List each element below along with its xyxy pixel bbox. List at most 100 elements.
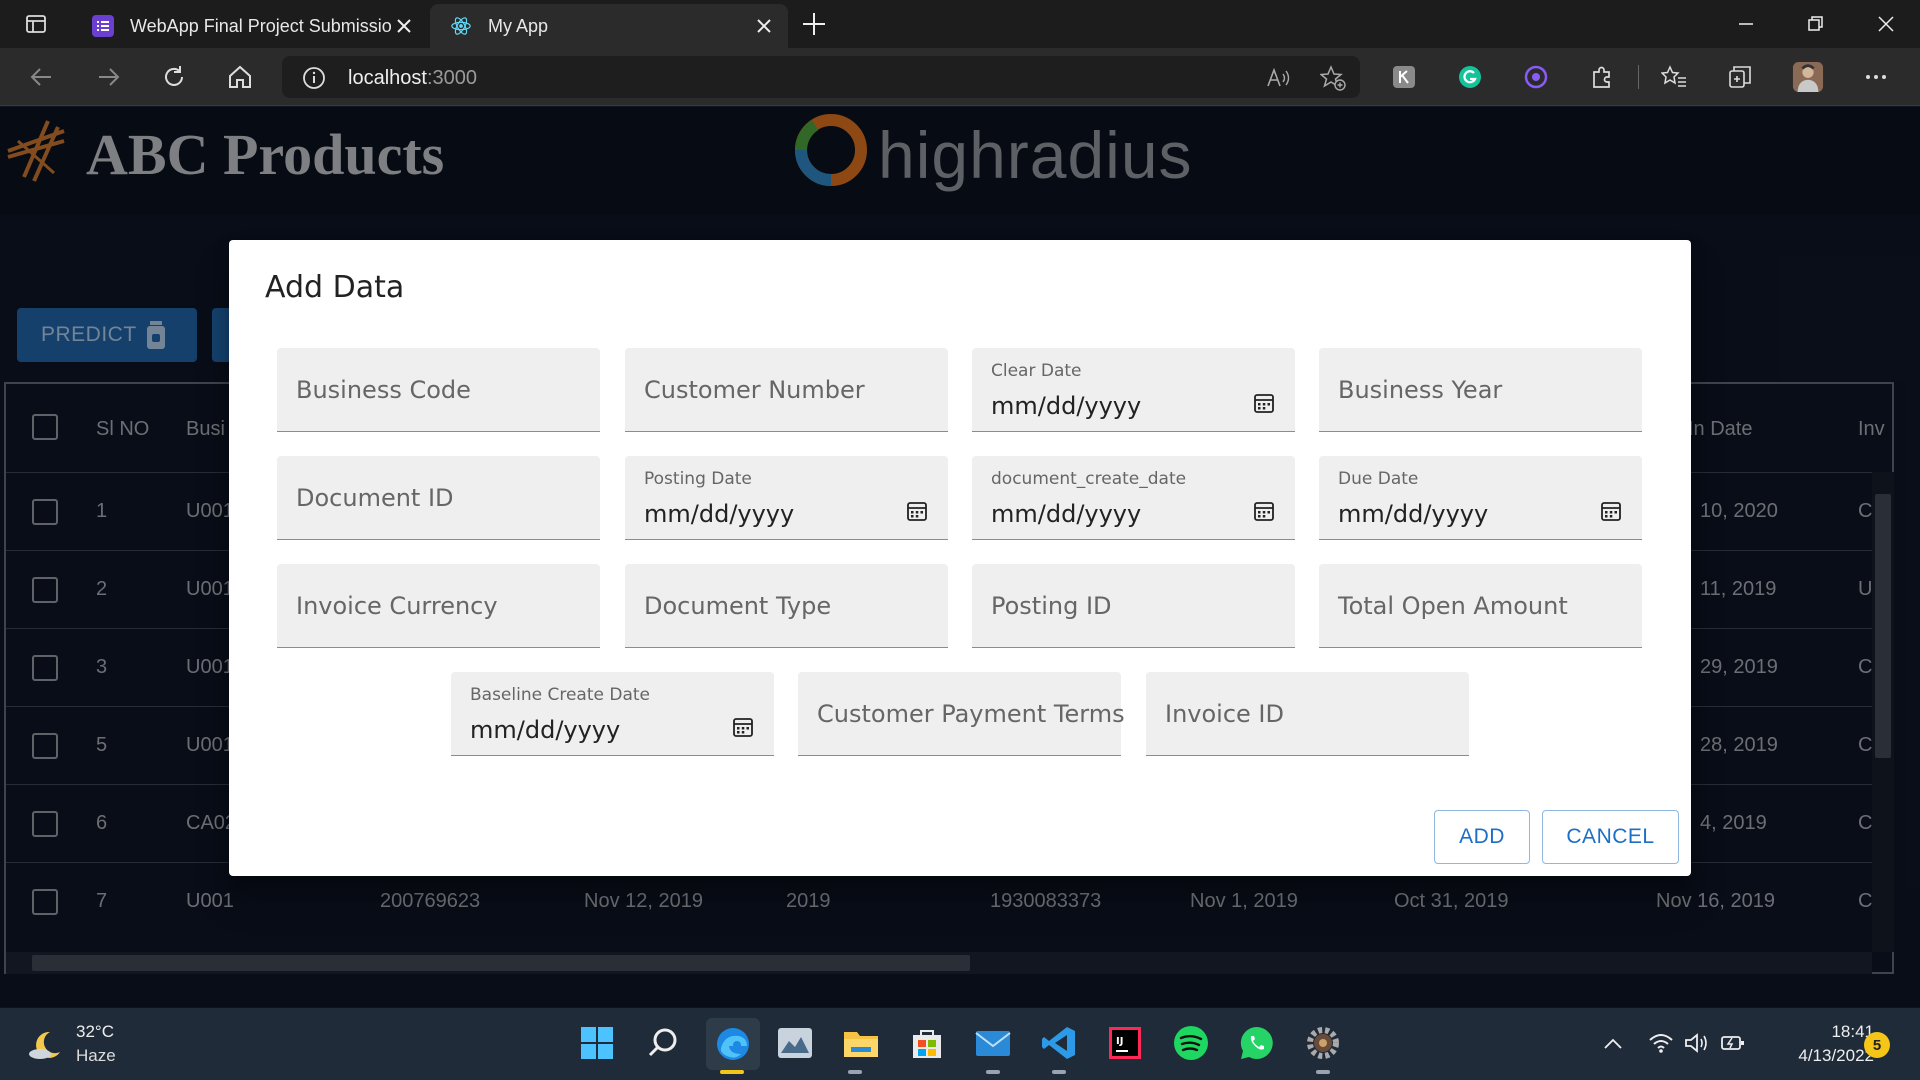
tab-webapp-submission[interactable]: WebApp Final Project Submissio bbox=[72, 4, 428, 48]
calendar-icon[interactable] bbox=[1253, 392, 1275, 414]
baseline-create-date-input[interactable]: Baseline Create Date mm/dd/yyyy bbox=[451, 672, 774, 756]
calendar-icon[interactable] bbox=[1253, 500, 1275, 522]
tab-my-app[interactable]: My App bbox=[430, 4, 788, 48]
taskbar-settings[interactable] bbox=[1302, 1022, 1344, 1064]
back-button[interactable] bbox=[26, 61, 58, 93]
clear-date-label: Clear Date bbox=[991, 361, 1082, 381]
cancel-button[interactable]: CANCEL bbox=[1542, 810, 1679, 864]
clear-date-input[interactable]: Clear Date mm/dd/yyyy bbox=[972, 348, 1295, 432]
taskbar-spotify[interactable] bbox=[1170, 1022, 1212, 1064]
extension-1-button[interactable] bbox=[1388, 61, 1420, 93]
taskbar-store[interactable] bbox=[906, 1022, 948, 1064]
gear-icon bbox=[1307, 1027, 1339, 1059]
add-button[interactable]: ADD bbox=[1434, 810, 1530, 864]
search-button[interactable] bbox=[642, 1022, 684, 1064]
volume-icon[interactable] bbox=[1684, 1032, 1710, 1054]
close-tab-icon[interactable] bbox=[394, 16, 414, 36]
store-icon bbox=[913, 1030, 941, 1058]
taskbar-edge[interactable] bbox=[706, 1018, 760, 1070]
dialog-title: Add Data bbox=[265, 270, 405, 305]
favorites-button[interactable] bbox=[1658, 61, 1690, 93]
home-button[interactable] bbox=[224, 61, 256, 93]
close-window-icon[interactable] bbox=[1876, 14, 1896, 34]
forward-button[interactable] bbox=[92, 61, 124, 93]
read-aloud-icon[interactable] bbox=[1266, 66, 1292, 90]
close-tab-icon[interactable] bbox=[754, 16, 774, 36]
intellij-icon: IJ bbox=[1109, 1027, 1141, 1059]
customer-number-input[interactable]: Customer Number bbox=[625, 348, 948, 432]
business-year-placeholder: Business Year bbox=[1338, 376, 1503, 404]
taskbar-mail[interactable] bbox=[972, 1022, 1014, 1064]
customer-payment-terms-placeholder: Customer Payment Terms bbox=[817, 700, 1125, 728]
url-text: localhost:3000 bbox=[348, 67, 477, 90]
add-favorite-icon[interactable] bbox=[1320, 65, 1346, 91]
clock-date[interactable]: 4/13/2022 bbox=[1764, 1046, 1874, 1066]
info-icon[interactable] bbox=[302, 66, 326, 90]
address-bar[interactable]: localhost:3000 bbox=[282, 56, 1360, 98]
start-button[interactable] bbox=[576, 1022, 618, 1064]
notification-badge[interactable]: 5 bbox=[1864, 1032, 1890, 1058]
extension-3-button[interactable] bbox=[1520, 61, 1552, 93]
more-icon bbox=[1866, 75, 1886, 79]
reload-button[interactable] bbox=[158, 61, 190, 93]
business-code-input[interactable]: Business Code bbox=[277, 348, 600, 432]
due-date-value: mm/dd/yyyy bbox=[1338, 500, 1489, 528]
calendar-icon[interactable] bbox=[732, 716, 754, 738]
grammarly-icon bbox=[1459, 66, 1481, 88]
posting-id-input[interactable]: Posting ID bbox=[972, 564, 1295, 648]
taskbar-whatsapp[interactable] bbox=[1236, 1022, 1278, 1064]
taskbar-vscode[interactable] bbox=[1038, 1022, 1080, 1064]
extensions-button[interactable] bbox=[1586, 61, 1618, 93]
calendar-icon[interactable] bbox=[906, 500, 928, 522]
grammarly-button[interactable] bbox=[1454, 61, 1486, 93]
business-code-placeholder: Business Code bbox=[296, 376, 471, 404]
calendar-icon[interactable] bbox=[1600, 500, 1622, 522]
forms-icon bbox=[92, 15, 114, 37]
tab-actions-icon[interactable] bbox=[20, 8, 52, 40]
customer-payment-terms-input[interactable]: Customer Payment Terms bbox=[798, 672, 1125, 756]
browser-toolbar: localhost:3000 bbox=[0, 48, 1920, 106]
invoice-currency-input[interactable]: Invoice Currency bbox=[277, 564, 600, 648]
invoice-id-placeholder: Invoice ID bbox=[1165, 700, 1284, 728]
profile-button[interactable] bbox=[1792, 61, 1824, 93]
new-tab-icon[interactable] bbox=[800, 10, 828, 38]
puzzle-icon bbox=[1593, 66, 1610, 88]
restore-icon[interactable] bbox=[1806, 14, 1826, 34]
document-type-placeholder: Document Type bbox=[644, 592, 832, 620]
baseline-create-date-label: Baseline Create Date bbox=[470, 685, 651, 705]
taskbar-intellij[interactable]: IJ bbox=[1104, 1022, 1146, 1064]
weather-moon-icon[interactable] bbox=[28, 1028, 64, 1062]
arrow-right-icon bbox=[99, 68, 120, 86]
arrow-left-icon bbox=[30, 68, 51, 86]
taskbar-file-explorer[interactable] bbox=[840, 1022, 882, 1064]
invoice-id-input[interactable]: Invoice ID bbox=[1146, 672, 1469, 756]
wifi-icon[interactable] bbox=[1648, 1032, 1674, 1054]
document-create-date-input[interactable]: document_create_date mm/dd/yyyy bbox=[972, 456, 1295, 540]
svg-text:IJ: IJ bbox=[1116, 1036, 1123, 1047]
chevron-up-icon[interactable] bbox=[1602, 1034, 1624, 1054]
vscode-icon bbox=[1042, 1027, 1075, 1059]
active-app-indicator bbox=[720, 1070, 744, 1074]
minimize-icon[interactable] bbox=[1736, 14, 1756, 34]
react-icon bbox=[450, 15, 472, 37]
collections-button[interactable] bbox=[1724, 61, 1756, 93]
battery-icon[interactable] bbox=[1720, 1032, 1746, 1054]
posting-id-placeholder: Posting ID bbox=[991, 592, 1112, 620]
photos-icon bbox=[778, 1028, 812, 1058]
posting-date-input[interactable]: Posting Date mm/dd/yyyy bbox=[625, 456, 948, 540]
reload-icon bbox=[165, 66, 183, 86]
browser-tab-bar: WebApp Final Project Submissio My App bbox=[0, 0, 1920, 48]
add-data-dialog: Add Data Business Code Customer Number C… bbox=[229, 240, 1691, 876]
url-host: localhost bbox=[348, 67, 427, 89]
taskbar-photos[interactable] bbox=[774, 1022, 816, 1064]
tab-title: My App bbox=[488, 15, 549, 36]
due-date-input[interactable]: Due Date mm/dd/yyyy bbox=[1319, 456, 1642, 540]
posting-date-label: Posting Date bbox=[644, 469, 752, 489]
document-type-input[interactable]: Document Type bbox=[625, 564, 948, 648]
open-app-indicator bbox=[1316, 1070, 1330, 1074]
total-open-amount-input[interactable]: Total Open Amount bbox=[1319, 564, 1642, 648]
document-id-input[interactable]: Document ID bbox=[277, 456, 600, 540]
settings-menu-button[interactable] bbox=[1860, 61, 1892, 93]
url-port: :3000 bbox=[426, 67, 477, 89]
business-year-input[interactable]: Business Year bbox=[1319, 348, 1642, 432]
